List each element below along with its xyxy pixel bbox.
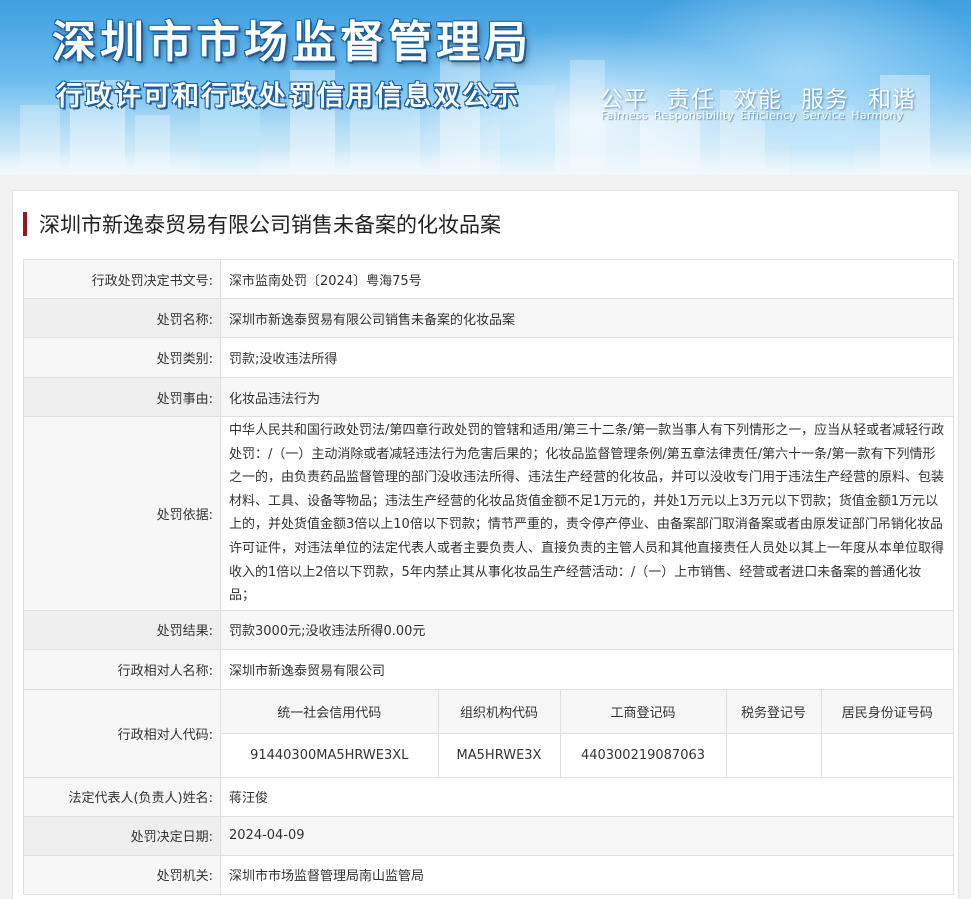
penalty-result-value: 罚款3000元;没收违法所得0.00元 <box>220 609 954 650</box>
table-row: 行政相对人名称: 深圳市新逸泰贸易有限公司 <box>23 648 954 690</box>
legal-rep-value: 蒋汪俊 <box>220 776 954 817</box>
penalty-type-label: 处罚类别: <box>23 337 221 378</box>
banner-ground <box>0 149 971 175</box>
party-codes-cell: 统一社会信用代码 组织机构代码 工商登记码 税务登记号 居民身份证号码 9144… <box>220 688 954 778</box>
table-row: 行政处罚决定书文号: 深市监南处罚〔2024〕粤海75号 <box>23 259 954 299</box>
decision-date-label: 处罚决定日期: <box>23 815 221 856</box>
page-heading: 深圳市新逸泰贸易有限公司销售未备案的化妆品案 <box>23 211 501 237</box>
penalty-name-value: 深圳市新逸泰贸易有限公司销售未备案的化妆品案 <box>220 298 954 338</box>
codes-header-tax-reg: 税务登记号 <box>725 689 821 734</box>
codes-header-id-number: 居民身份证号码 <box>820 689 953 734</box>
decision-date-value: 2024-04-09 <box>220 815 954 856</box>
codes-header-business-reg: 工商登记码 <box>559 689 726 734</box>
penalty-basis-label: 处罚依据: <box>23 416 221 611</box>
table-row: 行政相对人代码: 统一社会信用代码 组织机构代码 工商登记码 税务登记号 居民身… <box>23 688 954 778</box>
codes-value-org-code: MA5HRWE3X <box>437 733 560 777</box>
slogan-en-item: Fairness <box>601 109 649 122</box>
penalty-result-label: 处罚结果: <box>23 609 221 650</box>
authority-label: 处罚机关: <box>23 854 221 895</box>
table-row: 处罚结果: 罚款3000元;没收违法所得0.00元 <box>23 609 954 650</box>
codes-header-credit-code: 统一社会信用代码 <box>221 689 438 734</box>
penalty-basis-value: 中华人民共和国行政处罚法/第四章行政处罚的管辖和适用/第三十二条/第一款当事人有… <box>220 416 954 611</box>
slogan-en: Fairness Responsibility Efficiency Service H… <box>601 109 910 122</box>
penalty-reason-label: 处罚事由: <box>23 377 221 417</box>
codes-value-tax-reg <box>725 733 821 777</box>
table-row: 法定代表人(负责人)姓名: 蒋汪俊 <box>23 776 954 817</box>
table-row: 处罚名称: 深圳市新逸泰贸易有限公司销售未备案的化妆品案 <box>23 298 954 338</box>
table-row: 处罚决定日期: 2024-04-09 <box>23 815 954 856</box>
slogan-en-item: Responsibility <box>654 109 735 122</box>
codes-header-row: 统一社会信用代码 组织机构代码 工商登记码 税务登记号 居民身份证号码 <box>221 689 953 734</box>
content-panel: 深圳市新逸泰贸易有限公司销售未备案的化妆品案 行政处罚决定书文号: 深市监南处罚… <box>12 190 959 899</box>
table-row: 处罚机关: 深圳市市场监督管理局南山监管局 <box>23 854 954 895</box>
table-row: 处罚依据: 中华人民共和国行政处罚法/第四章行政处罚的管辖和适用/第三十二条/第… <box>23 416 954 611</box>
penalty-name-label: 处罚名称: <box>23 298 221 338</box>
legal-rep-label: 法定代表人(负责人)姓名: <box>23 776 221 817</box>
codes-value-business-reg: 440300219087063 <box>559 733 726 777</box>
decision-no-label: 行政处罚决定书文号: <box>23 259 221 299</box>
penalty-reason-value: 化妆品违法行为 <box>220 377 954 417</box>
codes-value-credit-code: 91440300MA5HRWE3XL <box>221 733 438 777</box>
party-codes-table: 统一社会信用代码 组织机构代码 工商登记码 税务登记号 居民身份证号码 9144… <box>221 689 953 777</box>
party-code-label: 行政相对人代码: <box>23 688 221 778</box>
table-row: 处罚事由: 化妆品违法行为 <box>23 377 954 417</box>
header-banner: 深圳市市场监督管理局 行政许可和行政处罚信用信息双公示 公平 责任 效能 服务 和谐 F… <box>0 0 971 175</box>
table-row: 处罚类别: 罚款;没收违法所得 <box>23 337 954 378</box>
codes-value-id-number <box>820 733 953 777</box>
penalty-details-table: 行政处罚决定书文号: 深市监南处罚〔2024〕粤海75号 处罚名称: 深圳市新逸… <box>23 259 954 895</box>
codes-value-row: 91440300MA5HRWE3XL MA5HRWE3X 44030021908… <box>221 733 953 777</box>
penalty-type-value: 罚款;没收违法所得 <box>220 337 954 378</box>
party-name-value: 深圳市新逸泰贸易有限公司 <box>220 648 954 690</box>
slogan-en-item: Service <box>802 109 846 122</box>
decision-no-value: 深市监南处罚〔2024〕粤海75号 <box>220 259 954 299</box>
banner-title: 深圳市市场监督管理局 <box>52 17 532 68</box>
page-title: 深圳市新逸泰贸易有限公司销售未备案的化妆品案 <box>39 213 501 237</box>
party-name-label: 行政相对人名称: <box>23 648 221 690</box>
slogan-en-item: Harmony <box>851 109 904 122</box>
slogan-en-item: Efficiency <box>740 109 797 122</box>
authority-value: 深圳市市场监督管理局南山监管局 <box>220 854 954 895</box>
codes-header-org-code: 组织机构代码 <box>437 689 560 734</box>
banner-subtitle: 行政许可和行政处罚信用信息双公示 <box>56 81 520 112</box>
heading-accent-bar <box>23 212 27 236</box>
